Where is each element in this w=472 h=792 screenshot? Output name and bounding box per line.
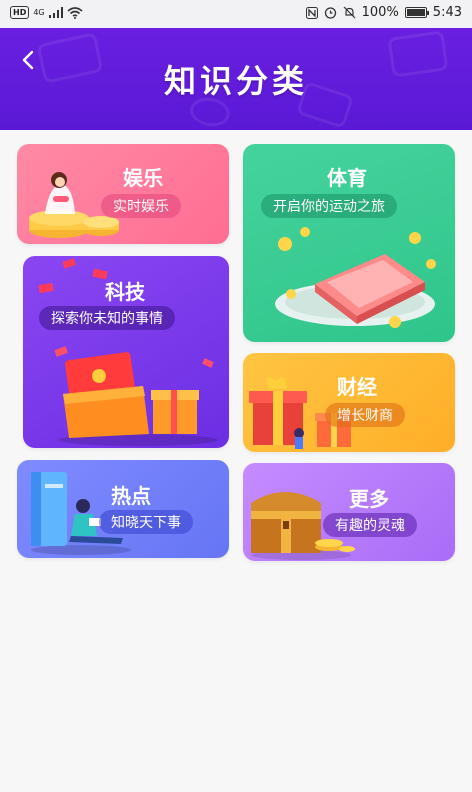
nfc-icon <box>305 6 318 19</box>
network-type: 4G <box>33 7 45 17</box>
category-card-yule[interactable]: 娱乐 实时娱乐 <box>17 144 229 244</box>
category-card-tiyu[interactable]: 体育 开启你的运动之旅 <box>243 144 455 342</box>
alarm-icon <box>324 7 336 19</box>
mute-icon <box>343 6 356 19</box>
category-card-gengduo[interactable]: 更多 有趣的灵魂 <box>243 463 455 561</box>
category-subtitle: 探索你未知的事情 <box>39 306 175 330</box>
signal-icon <box>48 7 63 18</box>
wifi-icon <box>67 6 83 19</box>
battery-icon <box>404 7 429 18</box>
clock: 5:43 <box>432 5 462 20</box>
money-stack-illustration <box>275 227 436 328</box>
category-title: 体育 <box>327 166 367 190</box>
category-subtitle: 实时娱乐 <box>101 194 181 218</box>
page-title: 知识分类 <box>163 62 308 100</box>
floating-envelopes-decoration <box>38 258 108 294</box>
category-title: 娱乐 <box>123 166 163 190</box>
category-title: 更多 <box>349 487 389 511</box>
category-subtitle: 有趣的灵魂 <box>323 513 417 537</box>
category-card-caijing[interactable]: 财经 增长财商 <box>243 353 455 452</box>
category-card-keji[interactable]: 科技 探索你未知的事情 <box>23 256 229 448</box>
category-subtitle: 增长财商 <box>325 403 405 427</box>
battery-percent: 100% <box>361 5 399 20</box>
red-envelope-gift-illustration <box>54 346 218 446</box>
category-card-redian[interactable]: 热点 知晓天下事 <box>17 460 229 558</box>
category-subtitle: 开启你的运动之旅 <box>261 194 397 218</box>
category-subtitle: 知晓天下事 <box>99 510 193 534</box>
hd-badge: HD <box>10 6 30 19</box>
status-bar: HD 4G 100% 5:43 <box>0 0 472 28</box>
page-header: 知识分类 <box>0 28 472 130</box>
category-title: 热点 <box>111 484 151 508</box>
category-title: 财经 <box>337 375 377 399</box>
